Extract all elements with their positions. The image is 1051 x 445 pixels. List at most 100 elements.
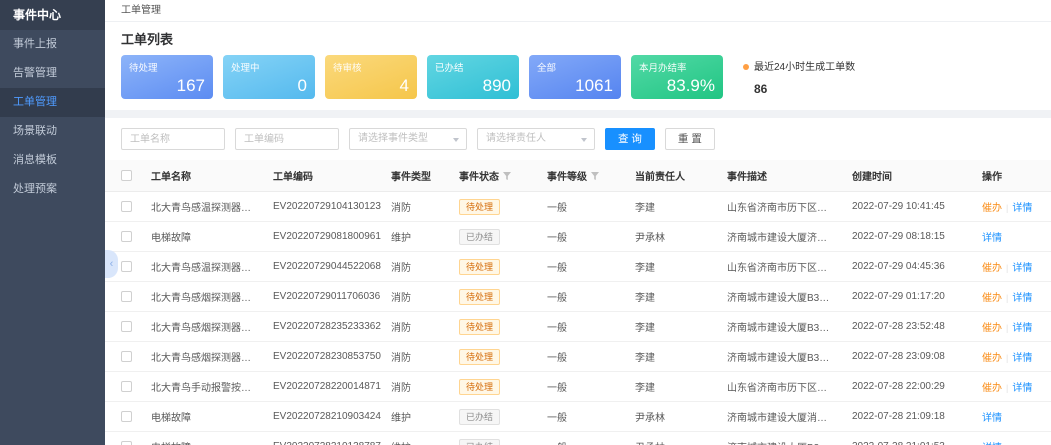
row-checkbox-cell	[105, 402, 143, 432]
urge-link[interactable]: 催办	[982, 293, 1002, 304]
stat-label: 处理中	[231, 60, 307, 74]
cell-actions: 详情	[974, 222, 1051, 252]
urge-link[interactable]: 催办	[982, 323, 1002, 334]
cell-order-name: 电梯故障	[143, 402, 265, 432]
sidebar-item-message-template[interactable]: 消息模板	[0, 146, 105, 175]
status-tag: 待处理	[459, 349, 500, 365]
sidebar-item-event-report[interactable]: 事件上报	[0, 30, 105, 59]
cell-actions: 催办|详情	[974, 252, 1051, 282]
row-checkbox-cell	[105, 372, 143, 402]
detail-link[interactable]: 详情	[982, 413, 1002, 424]
select-all-checkbox[interactable]	[121, 170, 132, 181]
cell-event-level: 一般	[539, 222, 627, 252]
sidebar: 事件中心 事件上报 告警管理 工单管理 场景联动 消息模板 处理预案	[0, 0, 105, 445]
table-body: 北大青鸟感温探测器故障EV20220729104130123消防待处理一般李建山…	[105, 192, 1051, 445]
cell-event-desc: 山东省济南市历下区济南...	[719, 372, 844, 402]
cell-order-name: 北大青鸟感温探测器故障	[143, 192, 265, 222]
sidebar-collapse-handle[interactable]: ‹	[105, 250, 118, 278]
col-event-status: 事件状态	[451, 160, 539, 192]
order-name-input[interactable]	[121, 128, 225, 150]
status-tag: 已办结	[459, 229, 500, 245]
cell-event-desc: 济南城市建设大厦济南城...	[719, 222, 844, 252]
table-row: 北大青鸟感温探测器故障EV20220729104130123消防待处理一般李建山…	[105, 192, 1051, 222]
urge-link[interactable]: 催办	[982, 353, 1002, 364]
filter-icon[interactable]	[503, 172, 511, 183]
cell-event-type: 消防	[383, 252, 451, 282]
filter-bar: 请选择事件类型 请选择责任人 查 询 重 置	[105, 118, 1051, 160]
stat-value: 4	[333, 77, 409, 94]
col-actions: 操作	[974, 160, 1051, 192]
owner-select-placeholder: 请选择责任人	[486, 133, 546, 144]
table-row: 电梯故障EV20220728210903424维护已办结一般尹承林济南城市建设大…	[105, 402, 1051, 432]
section-divider	[105, 110, 1051, 118]
cell-event-level: 一般	[539, 282, 627, 312]
table-row: 北大青鸟感温探测器故障EV20220729044522068消防待处理一般李建山…	[105, 252, 1051, 282]
chevron-left-icon: ‹	[110, 258, 114, 270]
owner-select[interactable]: 请选择责任人	[477, 128, 595, 150]
page-title: 工单列表	[121, 29, 1035, 48]
table-row: 北大青鸟感烟探测器故障EV20220729011706036消防待处理一般李建济…	[105, 282, 1051, 312]
cell-event-level: 一般	[539, 312, 627, 342]
filter-icon[interactable]	[591, 172, 599, 183]
cell-created-time: 2022-07-28 23:09:08	[844, 342, 974, 372]
row-checkbox[interactable]	[121, 231, 132, 242]
cell-event-type: 消防	[383, 342, 451, 372]
cell-event-status: 待处理	[451, 312, 539, 342]
row-checkbox[interactable]	[121, 261, 132, 272]
event-type-select[interactable]: 请选择事件类型	[349, 128, 467, 150]
sidebar-item-handling-plan[interactable]: 处理预案	[0, 175, 105, 204]
row-checkbox[interactable]	[121, 411, 132, 422]
urge-link[interactable]: 催办	[982, 203, 1002, 214]
detail-link[interactable]: 详情	[1012, 323, 1032, 334]
cell-event-type: 维护	[383, 222, 451, 252]
cell-event-status: 待处理	[451, 342, 539, 372]
stat-label: 待处理	[129, 60, 205, 74]
stat-card: 已办结 890	[427, 55, 519, 99]
detail-link[interactable]: 详情	[1012, 293, 1032, 304]
row-checkbox[interactable]	[121, 291, 132, 302]
recent-24h-row: 最近24小时生成工单数	[743, 58, 855, 73]
sidebar-item-alarm-management[interactable]: 告警管理	[0, 59, 105, 88]
row-checkbox[interactable]	[121, 351, 132, 362]
cell-event-status: 待处理	[451, 282, 539, 312]
row-checkbox[interactable]	[121, 441, 132, 445]
stat-card: 全部 1061	[529, 55, 621, 99]
cell-event-status: 已办结	[451, 432, 539, 445]
orange-dot-icon	[743, 64, 749, 70]
cell-event-level: 一般	[539, 432, 627, 445]
cell-event-desc: 济南城市建设大厦消防候...	[719, 402, 844, 432]
order-code-input[interactable]	[235, 128, 339, 150]
search-button[interactable]: 查 询	[605, 128, 655, 150]
col-event-type: 事件类型	[383, 160, 451, 192]
stat-card: 待处理 167	[121, 55, 213, 99]
cell-event-type: 维护	[383, 432, 451, 445]
reset-button[interactable]: 重 置	[665, 128, 715, 150]
cell-actions: 催办|详情	[974, 372, 1051, 402]
cell-created-time: 2022-07-29 01:17:20	[844, 282, 974, 312]
status-tag: 待处理	[459, 289, 500, 305]
detail-link[interactable]: 详情	[1012, 203, 1032, 214]
sidebar-header: 事件中心	[0, 0, 105, 30]
status-tag: 待处理	[459, 259, 500, 275]
cell-event-desc: 山东省济南市历下区济南...	[719, 192, 844, 222]
detail-link[interactable]: 详情	[1012, 353, 1032, 364]
cell-order-code: EV20220728210138787	[265, 432, 383, 445]
sidebar-item-scene-linkage[interactable]: 场景联动	[0, 117, 105, 146]
cell-actions: 催办|详情	[974, 312, 1051, 342]
detail-link[interactable]: 详情	[1012, 383, 1032, 394]
row-checkbox[interactable]	[121, 381, 132, 392]
row-checkbox[interactable]	[121, 321, 132, 332]
urge-link[interactable]: 催办	[982, 263, 1002, 274]
sidebar-nav: 事件上报 告警管理 工单管理 场景联动 消息模板 处理预案	[0, 30, 105, 204]
detail-link[interactable]: 详情	[1012, 263, 1032, 274]
row-checkbox[interactable]	[121, 201, 132, 212]
urge-link[interactable]: 催办	[982, 383, 1002, 394]
action-divider: |	[1006, 293, 1008, 303]
detail-link[interactable]: 详情	[982, 233, 1002, 244]
cell-actions: 详情	[974, 402, 1051, 432]
sidebar-item-work-order[interactable]: 工单管理	[0, 88, 105, 117]
table-header-row: 工单名称 工单编码 事件类型 事件状态 事件等级 当前责任人 事件描述 创建时间…	[105, 160, 1051, 192]
cell-current-owner: 李建	[627, 342, 719, 372]
row-checkbox-cell	[105, 312, 143, 342]
table-panel: 请选择事件类型 请选择责任人 查 询 重 置 工单	[105, 118, 1051, 445]
